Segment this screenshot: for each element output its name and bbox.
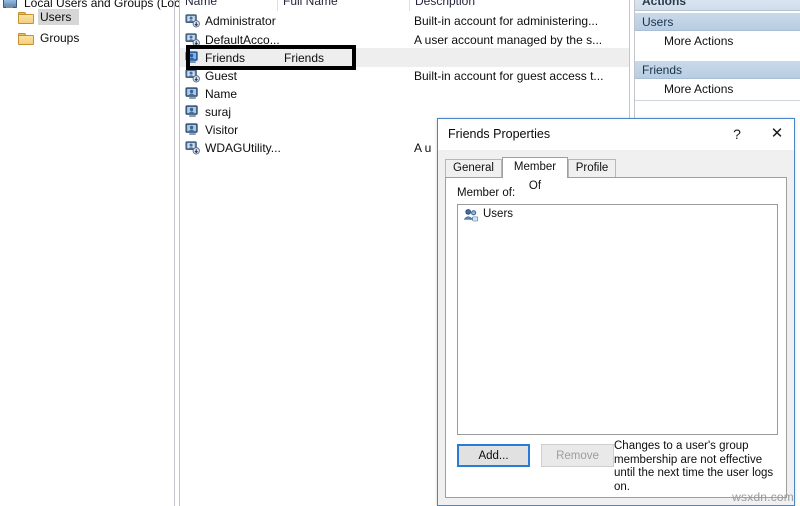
dialog-title-bar[interactable]: Friends Properties ? ✕ <box>438 119 794 150</box>
user-account-icon <box>185 105 198 117</box>
cell-name: WDAGUtility... <box>205 140 281 155</box>
table-row[interactable]: DefaultAcco... A user account managed by… <box>180 30 629 49</box>
friends-properties-dialog: Friends Properties ? ✕ General Member Of… <box>437 118 795 506</box>
actions-pane-title: Actions <box>635 0 800 11</box>
membership-note-text: Changes to a user's group membership are… <box>614 440 774 493</box>
mmc-console-window: Local Users and Groups (Local) Users Gro… <box>0 0 800 506</box>
actions-divider <box>635 100 800 101</box>
tree-item-groups[interactable]: Groups <box>18 29 81 46</box>
cell-name: DefaultAcco... <box>205 32 280 47</box>
user-account-icon <box>185 14 200 28</box>
tree-item-users[interactable]: Users <box>18 8 80 25</box>
tree-item-groups-label: Groups <box>40 30 80 45</box>
pane-splitter[interactable] <box>174 0 175 506</box>
cell-description: Built-in account for administering... <box>414 13 599 28</box>
dialog-tabstrip: General Member Of Profile <box>445 157 787 192</box>
navigation-tree-pane: Local Users and Groups (Local) Users Gro… <box>0 0 193 506</box>
column-header-name[interactable]: Name <box>180 0 277 11</box>
cell-description: A u <box>414 140 432 155</box>
folder-icon <box>18 11 34 24</box>
member-of-listbox[interactable]: Users <box>457 204 778 435</box>
tab-profile[interactable]: Profile <box>568 159 616 177</box>
cell-name: Guest <box>205 68 238 83</box>
user-account-icon <box>185 141 200 155</box>
group-icon <box>463 208 479 221</box>
tab-general[interactable]: General <box>445 159 502 177</box>
cell-name: Name <box>205 86 238 101</box>
column-header-full-name[interactable]: Full Name <box>277 0 409 11</box>
table-row[interactable]: Guest Built-in account for guest access … <box>180 66 629 85</box>
member-of-label: Member of: <box>457 187 516 199</box>
user-account-icon <box>185 69 200 83</box>
help-icon[interactable]: ? <box>720 119 754 149</box>
actions-group-header-users: Users <box>635 12 800 31</box>
action-more-actions-users[interactable]: More Actions <box>635 32 800 51</box>
dialog-title: Friends Properties <box>448 127 551 141</box>
user-account-icon <box>185 33 200 47</box>
user-account-icon <box>185 51 198 63</box>
tab-panel-member-of: Member of: Users Add... Remove Changes t… <box>445 177 787 498</box>
cell-name: suraj <box>205 104 232 119</box>
user-account-icon <box>185 123 198 135</box>
folder-icon <box>18 32 34 45</box>
remove-button: Remove <box>541 444 614 467</box>
cell-description: A user account managed by the s... <box>414 32 603 47</box>
list-column-header: Name Full Name Description <box>180 0 629 11</box>
watermark: wsxdn.com <box>732 490 794 504</box>
actions-group-header-friends: Friends <box>635 60 800 79</box>
cell-name: Visitor <box>205 122 239 137</box>
table-row-friends[interactable]: Friends Friends <box>180 48 629 67</box>
list-item[interactable]: Users <box>458 205 777 223</box>
cell-name: Friends <box>205 50 246 65</box>
table-row[interactable]: Administrator Built-in account for admin… <box>180 11 629 30</box>
cell-name: Administrator <box>205 13 276 28</box>
action-more-actions-friends[interactable]: More Actions <box>635 80 800 99</box>
tab-member-of[interactable]: Member Of <box>502 157 568 192</box>
column-header-description[interactable]: Description <box>409 0 629 11</box>
add-button[interactable]: Add... <box>457 444 530 467</box>
computer-icon <box>2 0 18 10</box>
user-account-icon <box>185 87 198 99</box>
table-row[interactable]: Name <box>180 84 629 103</box>
dialog-body: General Member Of Profile Member of: Use… <box>438 150 794 505</box>
close-icon[interactable]: ✕ <box>760 119 794 149</box>
cell-full-name: Friends <box>284 50 325 65</box>
tree-item-users-label: Users <box>38 8 80 25</box>
cell-description: Built-in account for guest access t... <box>414 68 604 83</box>
list-item-label: Users <box>483 208 514 220</box>
